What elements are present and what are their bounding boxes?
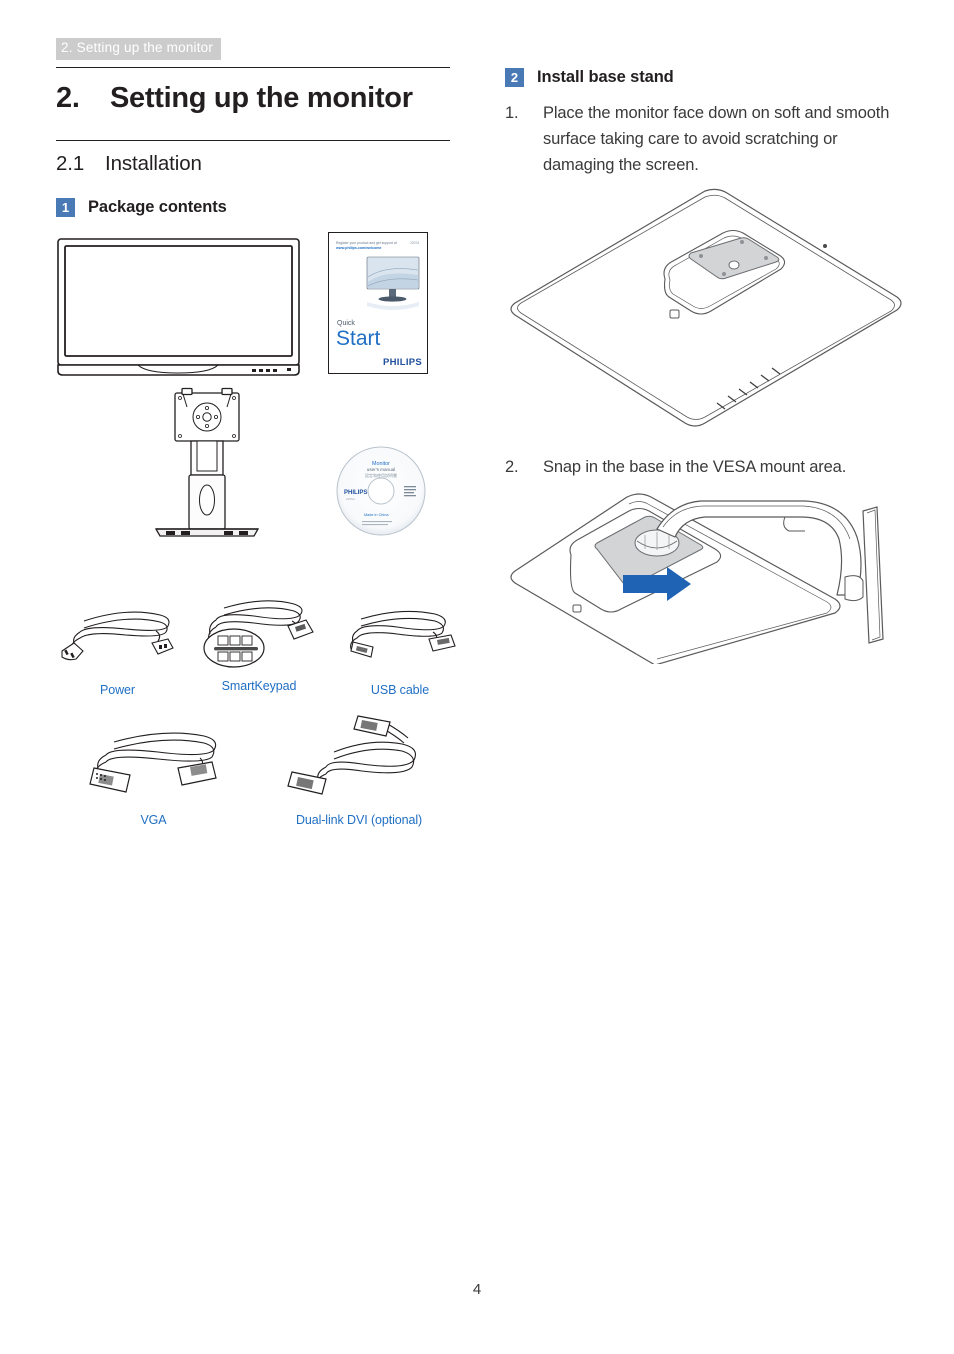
caption-power: Power [100, 683, 135, 698]
monitor-stand-illustration [154, 388, 260, 537]
qsg-top-line-1: Register your product and get support at [336, 241, 397, 245]
disc-footer: Made in China [364, 513, 389, 517]
qsg-brand: PHILIPS [383, 357, 422, 368]
disc-line-3: 設定和使用說明書 [365, 472, 397, 478]
left-column: 2. Setting up the monitor 2. Setting up … [56, 38, 456, 827]
caption-dual-link-dvi: Dual-link DVI (optional) [295, 813, 423, 828]
step-1-text: Place the monitor face down on soft and … [543, 104, 890, 174]
subhead-label: Install base stand [537, 68, 674, 86]
document-page: 2. Setting up the monitor 2. Setting up … [0, 0, 954, 1354]
section-divider [56, 140, 450, 142]
chapter-number: 2. [56, 81, 80, 114]
running-head: 2. Setting up the monitor [56, 38, 222, 60]
vga-cable-illustration [89, 732, 217, 794]
step-1-number: 1. [505, 104, 519, 122]
chapter-title: Setting up the monitor [110, 81, 413, 114]
subhead-package-contents: 1 Package contents [56, 198, 456, 218]
caption-vga: VGA [140, 813, 167, 828]
monitor-illustration [57, 238, 300, 377]
badge-1: 1 [56, 198, 75, 218]
dual-link-dvi-cable-illustration [287, 715, 417, 796]
subhead-label: Package contents [88, 198, 227, 217]
svg-text:220S4: 220S4 [346, 497, 355, 501]
page-number: 4 [472, 1281, 482, 1298]
qsg-top-line-2: www.philips.com/welcome [335, 246, 381, 250]
subhead-install-base-stand: 2 Install base stand [505, 68, 905, 87]
step-1: 1. Place the monitor face down on soft a… [505, 101, 905, 179]
step-2-text: Snap in the base in the VESA mount area. [543, 457, 847, 476]
badge-2: 2 [505, 68, 524, 87]
figure-snap-base-into-vesa [510, 492, 884, 666]
section-heading: 2.1 Installation [56, 152, 456, 176]
section-number: 2.1 [56, 152, 85, 176]
disc-line-2: user's manual [367, 467, 395, 472]
section-title: Installation [105, 152, 202, 176]
qsg-word-quick: Quick [337, 320, 355, 327]
page-title: 2. Setting up the monitor [56, 82, 456, 114]
step-2: 2. Snap in the base in the VESA mount ar… [505, 455, 905, 481]
header-divider-top [56, 66, 450, 68]
qsg-word-start: Start [336, 327, 381, 350]
usb-cable-illustration [350, 611, 456, 659]
right-column: 2 Install base stand 1. Place the monito… [505, 68, 905, 669]
disc-illustration: Monitor user's manual 設定和使用說明書 PHILIPS 2… [336, 446, 426, 536]
quick-start-guide-illustration: Register your product and get support at… [328, 232, 428, 375]
package-contents-figure: Register your product and get support at… [56, 227, 456, 827]
smartkeypad-illustration [203, 600, 314, 668]
figure-monitor-face-down [510, 188, 902, 427]
caption-usb-cable: USB cable [370, 683, 430, 698]
caption-smartkeypad: SmartKeypad [221, 679, 297, 694]
step-2-number: 2. [505, 457, 519, 476]
disc-brand: PHILIPS [344, 490, 367, 496]
qsg-corner-code: 220S4 [410, 241, 419, 245]
power-cable-illustration [61, 611, 174, 661]
